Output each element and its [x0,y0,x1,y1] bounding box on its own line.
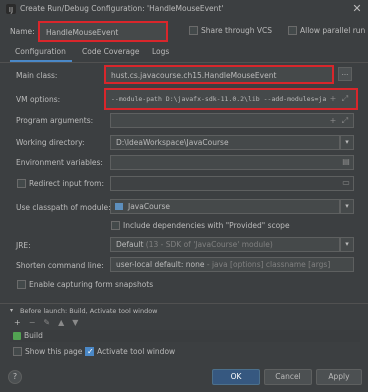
working-dir-dropdown-icon[interactable]: ▾ [340,135,354,150]
move-down-icon[interactable]: ▼ [72,318,78,327]
before-launch-toolbar: + − ✎ ▲ ▼ [14,318,78,327]
cancel-button[interactable]: Cancel [264,369,312,385]
before-launch-separator [0,303,368,304]
before-launch-header: Before launch: Build, Activate tool wind… [20,307,158,315]
include-deps-checkbox[interactable] [111,221,120,230]
expand-icon[interactable]: ⤢ [340,94,350,104]
main-class-field[interactable]: hust.cs.javacourse.ch15.HandleMouseEvent [104,65,334,84]
name-label: Name: [10,27,35,36]
show-page-checkbox[interactable] [13,347,22,356]
remove-task-icon[interactable]: − [29,318,36,327]
apply-button[interactable]: Apply [316,369,362,385]
redirect-label: Redirect input from: [29,179,104,188]
jre-label: JRE: [16,241,31,250]
share-vcs-checkbox[interactable] [189,26,198,35]
working-dir-label: Working directory: [16,138,85,147]
classpath-select[interactable]: JavaCourse [110,199,340,214]
name-field[interactable]: HandleMouseEvent [38,21,168,42]
activate-tool-window-label: Activate tool window [97,347,176,356]
svg-text:IJ: IJ [9,6,13,14]
classpath-label: Use classpath of module: [16,203,111,212]
shorten-value: user-local default: none [116,260,205,269]
build-task-item[interactable]: Build [24,331,43,341]
browse-main-class-button[interactable]: ... [338,67,352,81]
working-dir-field[interactable]: D:\IdeaWorkspace\JavaCourse [110,135,340,150]
show-page-label: Show this page [25,347,83,356]
program-args-label: Program arguments: [16,116,94,125]
window-title: Create Run/Debug Configuration: 'HandleM… [20,4,224,13]
move-up-icon[interactable]: ▲ [58,318,64,327]
add-vm-option-icon[interactable]: + [328,94,338,104]
share-vcs-label: Share through VCS [201,26,273,35]
program-args-field[interactable] [110,113,354,128]
expand-args-icon[interactable]: ⤢ [340,116,350,126]
vm-options-field[interactable]: --module-path D:\javafx-sdk-11.0.2\lib -… [104,88,358,110]
add-argument-icon[interactable]: + [328,116,338,126]
classpath-dropdown-icon[interactable]: ▾ [340,199,354,214]
redirect-field[interactable] [110,176,354,191]
module-folder-icon [115,203,123,210]
close-button[interactable]: ✕ [350,2,364,16]
allow-parallel-label: Allow parallel run [300,26,366,35]
main-class-label: Main class: [16,71,58,80]
tabs-separator [0,62,368,63]
run-config-icon: IJ [6,4,16,14]
capture-checkbox[interactable] [17,280,26,289]
browse-folder-icon[interactable]: ▭ [341,178,351,188]
help-button[interactable]: ? [8,370,22,384]
include-deps-label: Include dependencies with "Provided" sco… [123,221,290,230]
jre-detail: (13 - SDK of 'JavaCourse' module) [145,240,273,249]
env-vars-label: Environment variables: [16,158,103,167]
jre-select[interactable]: Default (13 - SDK of 'JavaCourse' module… [110,237,340,252]
tab-logs[interactable]: Logs [152,47,169,56]
collapse-icon[interactable]: ▾ [10,307,13,314]
shorten-label: Shorten command line: [16,261,104,270]
edit-task-icon[interactable]: ✎ [43,318,50,327]
tab-code-coverage[interactable]: Code Coverage [82,47,140,56]
capture-label: Enable capturing form snapshots [29,280,154,289]
jre-dropdown-icon[interactable]: ▾ [340,237,354,252]
before-launch-list [10,330,360,342]
vm-options-label: VM options: [16,95,61,104]
ok-button[interactable]: OK [212,369,260,385]
shorten-detail: - java [options] classname [args] [206,260,331,269]
add-task-icon[interactable]: + [14,318,21,327]
activate-tool-window-checkbox[interactable] [85,347,94,356]
jre-value: Default [116,240,144,249]
shorten-select[interactable]: user-local default: none - java [options… [110,257,354,272]
tab-configuration[interactable]: Configuration [15,47,66,56]
redirect-checkbox[interactable] [17,179,26,188]
env-vars-field[interactable] [110,155,354,170]
build-icon [13,332,21,340]
allow-parallel-checkbox[interactable] [288,26,297,35]
edit-env-icon[interactable]: ▤ [341,157,351,167]
